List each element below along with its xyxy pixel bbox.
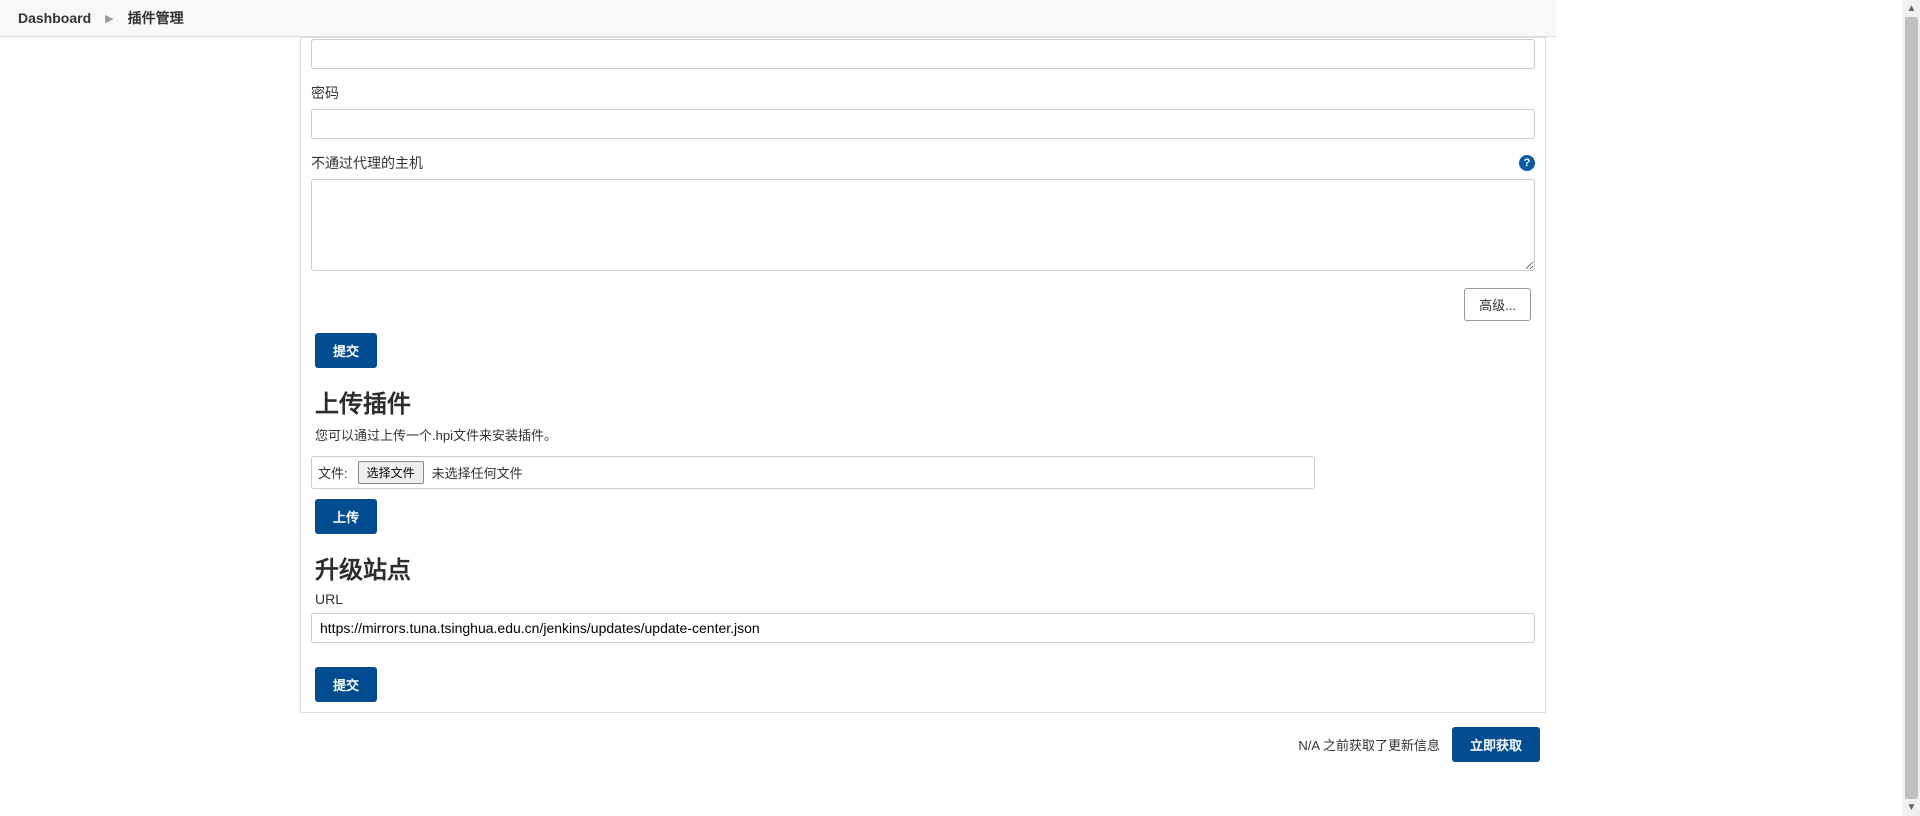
url-label: URL bbox=[315, 591, 1535, 607]
chevron-right-icon: ▶ bbox=[105, 12, 113, 25]
footer-bar: N/A 之前获取了更新信息 立即获取 bbox=[300, 713, 1546, 772]
update-site-heading: 升级站点 bbox=[315, 550, 1535, 585]
no-proxy-hosts-textarea[interactable] bbox=[311, 179, 1535, 271]
scroll-thumb[interactable] bbox=[1905, 17, 1918, 799]
scroll-track[interactable] bbox=[1903, 17, 1920, 799]
scroll-up-arrow-icon[interactable]: ▲ bbox=[1903, 0, 1920, 17]
upload-button[interactable]: 上传 bbox=[315, 499, 377, 534]
check-now-button[interactable]: 立即获取 bbox=[1452, 727, 1540, 762]
update-info-text: N/A 之前获取了更新信息 bbox=[1298, 735, 1440, 754]
scroll-down-arrow-icon[interactable]: ▼ bbox=[1903, 799, 1920, 816]
proxy-submit-button[interactable]: 提交 bbox=[315, 333, 377, 368]
file-label: 文件: bbox=[318, 463, 348, 482]
advanced-button[interactable]: 高级... bbox=[1464, 288, 1531, 321]
file-input-row: 文件: 选择文件 未选择任何文件 bbox=[311, 456, 1315, 489]
breadcrumb-plugin-manager[interactable]: 插件管理 bbox=[128, 8, 184, 28]
password-input[interactable] bbox=[311, 109, 1535, 139]
breadcrumb: Dashboard ▶ 插件管理 bbox=[0, 0, 1556, 37]
password-label: 密码 bbox=[311, 83, 1535, 103]
file-status-text: 未选择任何文件 bbox=[432, 463, 523, 482]
update-site-submit-button[interactable]: 提交 bbox=[315, 667, 377, 702]
upload-plugin-desc: 您可以通过上传一个.hpi文件来安装插件。 bbox=[315, 425, 1535, 444]
sidebar-spacer bbox=[0, 37, 290, 792]
update-site-url-input[interactable] bbox=[311, 613, 1535, 643]
vertical-scrollbar[interactable]: ▲ ▼ bbox=[1903, 0, 1920, 816]
upload-plugin-heading: 上传插件 bbox=[315, 384, 1535, 419]
proxy-username-input[interactable] bbox=[311, 39, 1535, 69]
no-proxy-label: 不通过代理的主机 bbox=[311, 153, 423, 173]
breadcrumb-dashboard[interactable]: Dashboard bbox=[18, 10, 91, 26]
choose-file-button[interactable]: 选择文件 bbox=[358, 461, 424, 484]
help-icon[interactable]: ? bbox=[1519, 155, 1535, 171]
